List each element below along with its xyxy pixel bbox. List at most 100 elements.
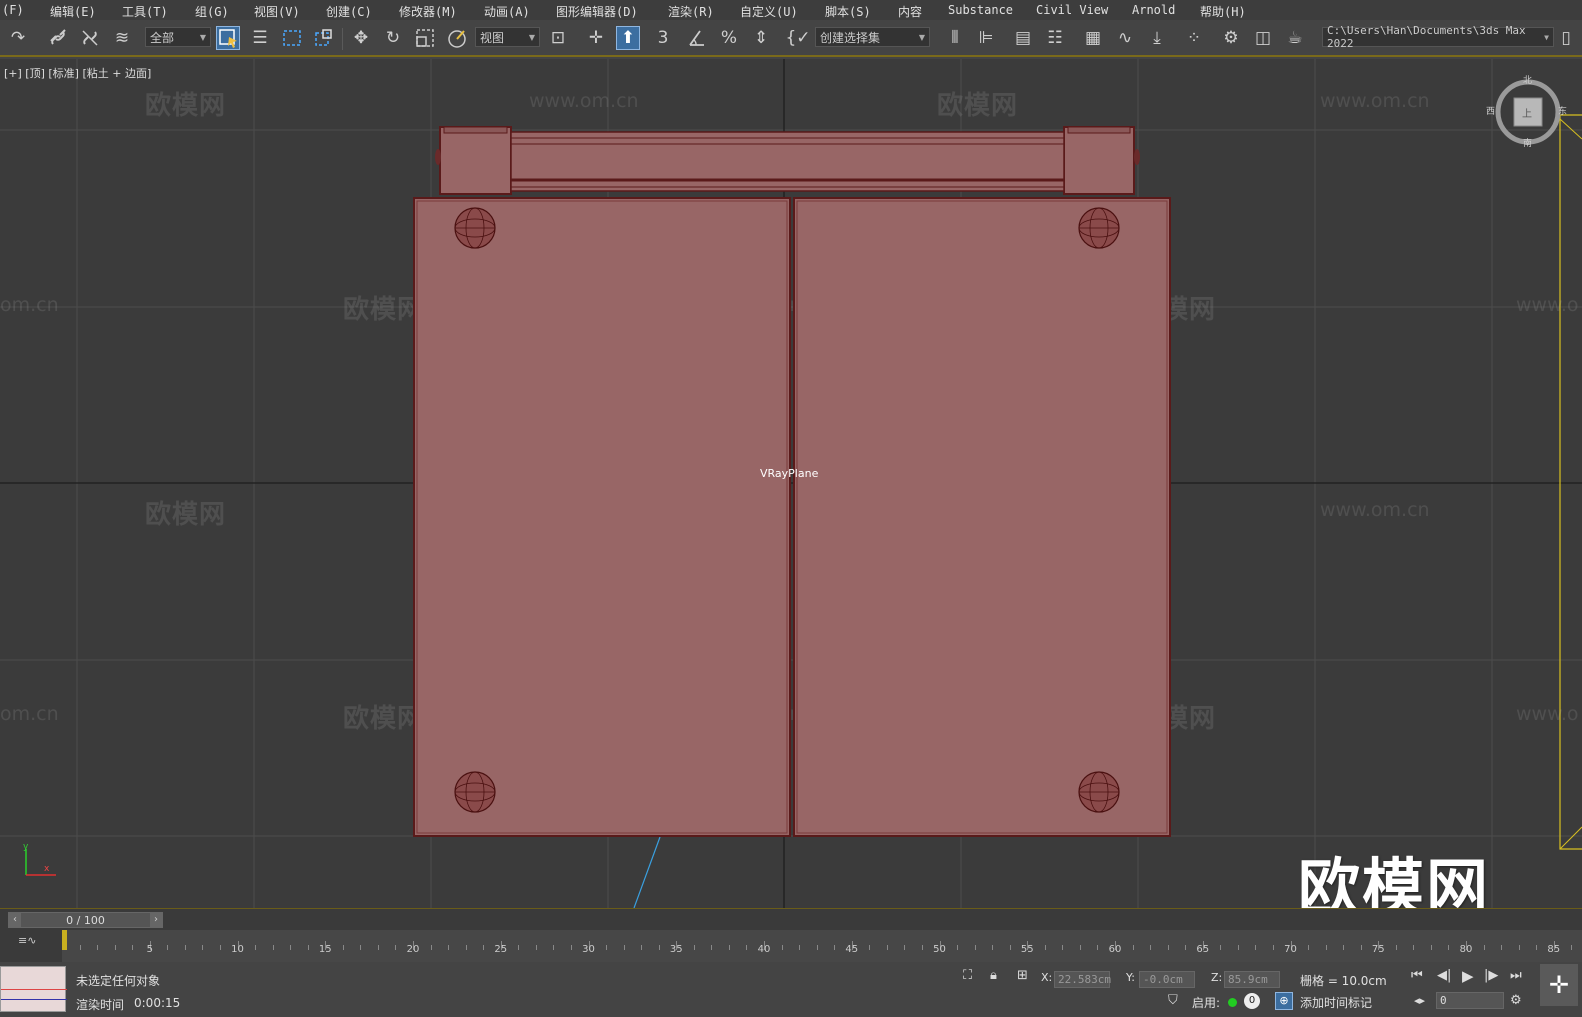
menu-group[interactable]: 组(G) [195, 3, 229, 20]
enable-count[interactable]: 0 [1244, 993, 1260, 1009]
timeline-label: 60 [1108, 944, 1122, 955]
timeline-tick [1255, 945, 1257, 950]
timeline-tick [711, 945, 713, 950]
key-mode-icon[interactable]: ◂▸ [1414, 994, 1425, 1007]
right-door-panel[interactable] [793, 197, 1171, 837]
bind-space-warp-icon[interactable]: ≋ [110, 26, 134, 50]
menu-graph-editors[interactable]: 图形编辑器(D) [556, 3, 638, 20]
maxscript-listener[interactable] [0, 966, 67, 1012]
placement-icon[interactable] [445, 26, 469, 50]
named-selection-dropdown[interactable]: 创建选择集 ▼ [815, 27, 930, 47]
left-door-panel[interactable] [413, 197, 791, 837]
menu-civil-view[interactable]: Civil View [1036, 3, 1108, 17]
menu-file[interactable]: (F) [2, 3, 24, 17]
go-to-start-icon[interactable]: ⏮ [1411, 968, 1423, 983]
scale-icon[interactable] [413, 26, 437, 50]
keyboard-shortcut-override-icon[interactable]: ⬆ [616, 26, 640, 50]
track-bar[interactable]: 5 10 15 20 25 30 35 40 45 50 55 60 65 70 75 80 85 [62, 930, 1582, 962]
menu-rendering[interactable]: 渲染(R) [668, 3, 714, 20]
reference-coordinate-dropdown[interactable]: 视图 ▼ [475, 27, 540, 47]
time-slider-bar: ‹ 0 / 100 › [0, 908, 1582, 930]
time-configuration-icon[interactable]: ⚙ [1510, 993, 1522, 1008]
menu-view[interactable]: 视图(V) [254, 3, 300, 20]
y-coordinate-field[interactable]: -0.0cm [1139, 971, 1195, 988]
project-folder-icon[interactable]: ▯ [1556, 26, 1576, 50]
mirror-icon[interactable]: ⫴ [943, 26, 967, 50]
rectangular-selection-icon[interactable] [280, 26, 304, 50]
viewcube-top-face[interactable]: 上 [1522, 105, 1532, 120]
absolute-mode-transform-icon[interactable]: ⊞ [1017, 968, 1028, 983]
menu-customize[interactable]: 自定义(U) [740, 3, 798, 20]
timeline-tick [1501, 945, 1503, 950]
schematic-view-icon[interactable]: ⤓ [1145, 26, 1169, 50]
layer-explorer-icon[interactable]: ☷ [1043, 26, 1067, 50]
top-rail[interactable] [435, 126, 1140, 195]
z-coordinate-field[interactable]: 85.9cm [1224, 971, 1280, 988]
menu-arnold[interactable]: Arnold [1132, 3, 1175, 17]
viewport-navigation-icon[interactable]: ✛ [1540, 964, 1578, 1006]
previous-frame-icon[interactable]: ‹ [9, 913, 21, 927]
play-icon[interactable]: ▶ [1462, 967, 1474, 985]
time-tag-icon[interactable]: ⊕ [1275, 992, 1293, 1010]
selection-lock-icon[interactable]: 🔒︎ [990, 968, 997, 983]
time-slider[interactable]: ‹ 0 / 100 › [8, 912, 163, 928]
current-frame-field[interactable]: 0 [1436, 992, 1504, 1009]
window-crossing-icon[interactable] [312, 26, 336, 50]
isolate-selection-icon[interactable]: ⛶ [963, 968, 972, 983]
timeline-tick [781, 945, 783, 950]
timeline-label: 85 [1547, 944, 1561, 955]
menu-scripting[interactable]: 脚本(S) [825, 3, 871, 20]
render-setup-icon[interactable]: ⚙ [1219, 26, 1243, 50]
curve-editor-icon[interactable]: ∿ [1113, 26, 1137, 50]
x-coordinate-field[interactable]: 22.583cm [1054, 971, 1111, 988]
time-cursor[interactable] [62, 930, 67, 950]
menu-tools[interactable]: 工具(T) [122, 3, 168, 20]
toggle-ribbon-icon[interactable]: ▦ [1081, 26, 1105, 50]
scene-explorer-icon[interactable]: ▤ [1011, 26, 1035, 50]
go-to-end-icon[interactable]: ⏭ [1510, 968, 1522, 983]
next-frame-icon[interactable]: › [150, 913, 162, 927]
menu-modifiers[interactable]: 修改器(M) [399, 3, 457, 20]
next-key-icon[interactable]: |▶ [1484, 968, 1498, 983]
curve-editor-mini-icon[interactable]: ≡∿ [18, 934, 36, 947]
select-by-name-icon[interactable]: ☰ [248, 26, 272, 50]
material-editor-icon[interactable]: ⁘ [1182, 26, 1206, 50]
rotate-icon[interactable]: ↻ [381, 26, 405, 50]
viewport-top[interactable]: 欧模网 www.om.cn 欧模网 www.om.cn om.cn 欧模网 ww… [0, 59, 1582, 908]
rendered-frame-window-icon[interactable]: ◫ [1251, 26, 1275, 50]
snaps-toggle-icon[interactable]: 3 [651, 26, 675, 50]
align-icon[interactable]: ⊫ [974, 26, 998, 50]
previous-key-icon[interactable]: ◀| [1437, 968, 1451, 983]
timeline-tick [693, 945, 695, 950]
adaptive-degradation-icon[interactable]: ⛉ [1168, 993, 1178, 1008]
add-time-tag[interactable]: 添加时间标记 [1300, 994, 1372, 1011]
spinner-snap-icon[interactable]: ⇕ [749, 26, 773, 50]
selection-filter-dropdown[interactable]: 全部 ▼ [145, 27, 211, 47]
menu-help[interactable]: 帮助(H) [1200, 3, 1246, 20]
select-manipulate-icon[interactable]: ✛ [584, 26, 608, 50]
percent-snap-icon[interactable]: % [717, 26, 741, 50]
angle-snap-icon[interactable] [685, 26, 709, 50]
timeline-label: 65 [1196, 944, 1210, 955]
timeline[interactable]: ≡∿ 5 10 15 20 25 30 35 40 45 50 55 60 65 70 75 80 85 [0, 930, 1582, 962]
link-icon[interactable] [46, 26, 70, 50]
menu-content[interactable]: 内容 [898, 3, 922, 20]
timeline-tick [1220, 945, 1222, 950]
project-path-dropdown[interactable]: C:\Users\Han\Documents\3ds Max 2022 ▼ [1322, 24, 1554, 50]
edit-named-selection-icon[interactable]: {✓ [785, 26, 810, 50]
redo-icon[interactable]: ↷ [6, 26, 30, 50]
menu-substance[interactable]: Substance [948, 3, 1013, 17]
unlink-icon[interactable] [78, 26, 102, 50]
menu-animation[interactable]: 动画(A) [484, 3, 530, 20]
viewcube[interactable]: 上 北 南 西 东 [1486, 76, 1567, 149]
pivot-center-icon[interactable]: ⊡ [546, 26, 570, 50]
menu-create[interactable]: 创建(C) [326, 3, 372, 20]
viewport-label[interactable]: [+] [顶] [标准] [粘土 + 边面] [4, 65, 151, 81]
menu-edit[interactable]: 编辑(E) [50, 3, 96, 20]
timeline-label: 5 [146, 944, 153, 955]
move-icon[interactable]: ✥ [349, 26, 373, 50]
scene-object[interactable] [0, 59, 1582, 908]
render-production-icon[interactable]: ☕ [1283, 26, 1307, 50]
select-object-icon[interactable] [216, 26, 240, 50]
timeline-tick [904, 945, 906, 950]
